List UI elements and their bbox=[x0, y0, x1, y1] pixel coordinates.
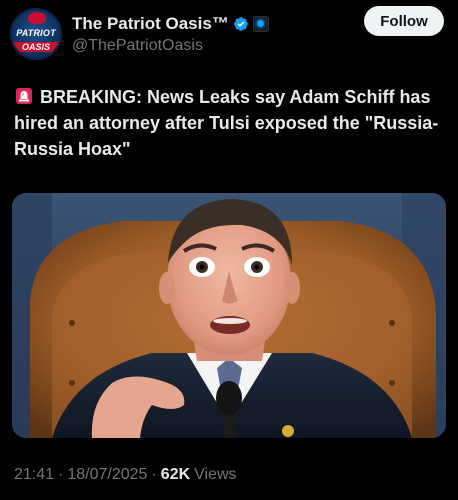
views-count[interactable]: 62K bbox=[161, 466, 190, 484]
post-header: PATRIOT OASIS The Patriot Oasis™ @ThePat… bbox=[10, 6, 444, 60]
avatar-logo-bottom: OASIS bbox=[12, 42, 60, 52]
separator: · bbox=[58, 466, 64, 483]
avatar-logo-top: PATRIOT bbox=[16, 28, 56, 38]
name-row: The Patriot Oasis™ bbox=[72, 14, 364, 34]
separator: · bbox=[151, 466, 157, 483]
post-date[interactable]: 18/07/2025 bbox=[67, 466, 147, 484]
siren-icon bbox=[16, 88, 32, 104]
post-text: BREAKING: News Leaks say Adam Schiff has… bbox=[14, 84, 442, 162]
post-meta: 21:41 · 18/07/2025 · 62K Views bbox=[14, 466, 237, 484]
views-label: Views bbox=[194, 466, 237, 483]
display-name[interactable]: The Patriot Oasis™ bbox=[72, 14, 229, 34]
user-block: The Patriot Oasis™ @ThePatriotOasis bbox=[72, 14, 364, 55]
follow-button[interactable]: Follow bbox=[364, 6, 444, 36]
post-media-image[interactable] bbox=[12, 193, 446, 438]
affiliate-badge-icon[interactable] bbox=[252, 15, 269, 32]
post: PATRIOT OASIS The Patriot Oasis™ @ThePat… bbox=[0, 0, 458, 500]
avatar[interactable]: PATRIOT OASIS bbox=[10, 8, 62, 60]
post-time[interactable]: 21:41 bbox=[14, 466, 54, 484]
photo-scene bbox=[12, 193, 446, 438]
handle[interactable]: @ThePatriotOasis bbox=[72, 37, 364, 55]
post-body: BREAKING: News Leaks say Adam Schiff has… bbox=[14, 87, 439, 159]
verified-badge-icon[interactable] bbox=[233, 16, 249, 32]
eagle-icon bbox=[28, 12, 46, 24]
